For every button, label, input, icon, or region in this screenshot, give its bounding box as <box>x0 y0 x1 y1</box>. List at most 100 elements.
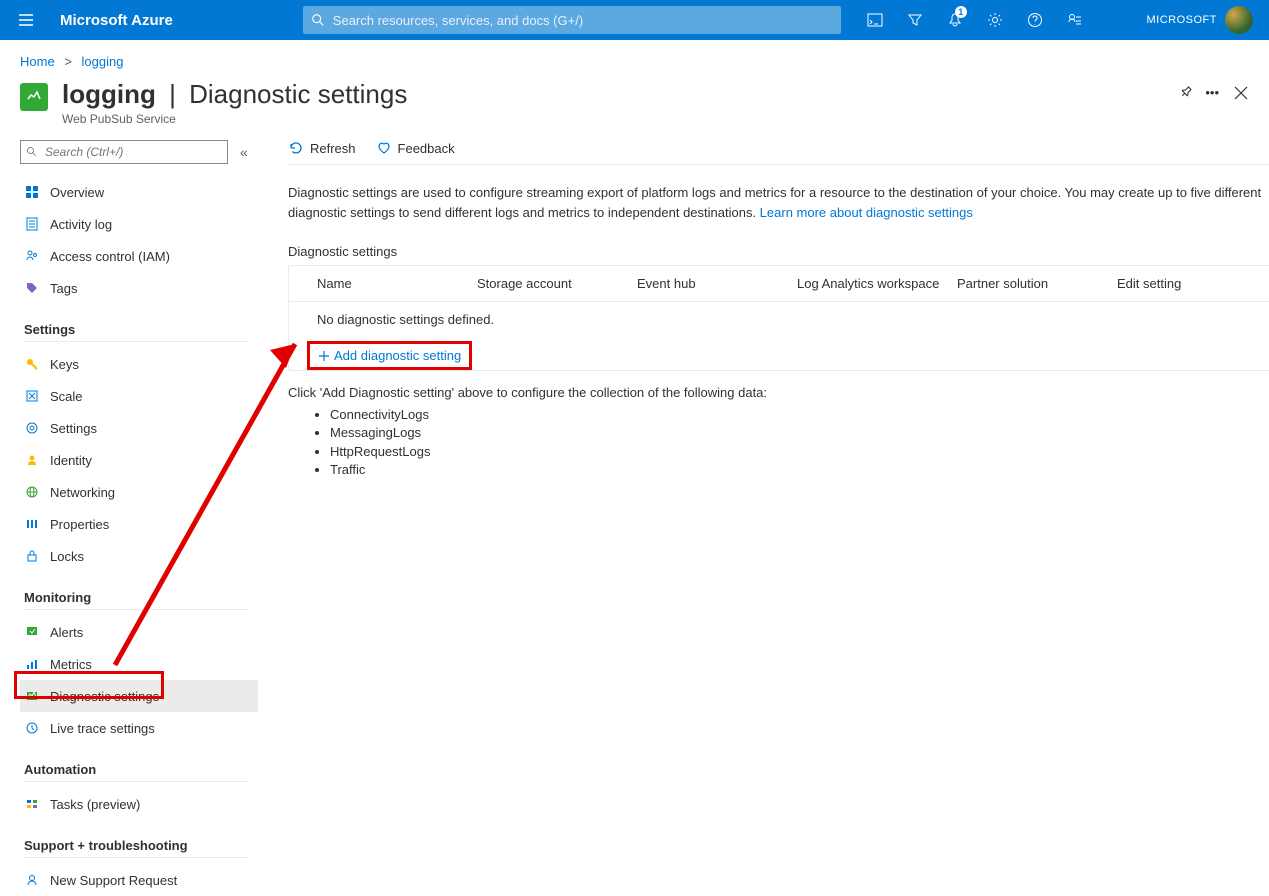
content-row: « Overview Activity log Access control (… <box>0 130 1269 896</box>
pin-button[interactable] <box>1179 85 1193 102</box>
main-pane: Refresh Feedback Diagnostic settings are… <box>268 140 1269 896</box>
nav-label: Settings <box>50 421 97 436</box>
hamburger-menu[interactable] <box>10 4 42 36</box>
nav-label: Diagnostic settings <box>50 689 159 704</box>
networking-icon <box>25 485 39 499</box>
search-icon <box>311 13 325 27</box>
help-button[interactable] <box>1015 0 1055 40</box>
nav-label: Properties <box>50 517 109 532</box>
col-name: Name <box>317 276 477 291</box>
nav-support-request[interactable]: New Support Request <box>20 864 258 896</box>
nav-search: « <box>20 140 258 164</box>
nav-properties[interactable]: Properties <box>20 508 258 540</box>
add-diagnostic-button[interactable]: Add diagnostic setting <box>318 348 461 363</box>
brand-label[interactable]: Microsoft Azure <box>60 12 173 29</box>
nav-networking[interactable]: Networking <box>20 476 258 508</box>
nav-diagnostic-settings[interactable]: Diagnostic settings <box>20 680 258 712</box>
key-icon <box>25 357 39 371</box>
feedback-top-button[interactable] <box>1055 0 1095 40</box>
hamburger-icon <box>18 12 34 28</box>
nav-header-automation: Automation <box>24 762 248 782</box>
top-toolbar-icons: 1 <box>855 0 1095 40</box>
tasks-icon <box>25 797 39 811</box>
data-types-list: ConnectivityLogs MessagingLogs HttpReque… <box>330 406 1269 479</box>
nav-locks[interactable]: Locks <box>20 540 258 572</box>
diagnostic-icon <box>25 689 39 703</box>
list-item: MessagingLogs <box>330 424 1269 442</box>
nav-label: Alerts <box>50 625 83 640</box>
nav-tasks[interactable]: Tasks (preview) <box>20 788 258 820</box>
title-divider: | <box>169 79 176 109</box>
breadcrumb-current[interactable]: logging <box>82 54 124 69</box>
nav-label: Identity <box>50 453 92 468</box>
nav-overview[interactable]: Overview <box>20 176 258 208</box>
scale-icon <box>25 389 39 403</box>
hint-text: Click 'Add Diagnostic setting' above to … <box>288 385 1269 400</box>
feedback-icon <box>1067 12 1083 28</box>
nav-header-monitoring: Monitoring <box>24 590 248 610</box>
nav-identity[interactable]: Identity <box>20 444 258 476</box>
nav-list: Overview Activity log Access control (IA… <box>20 176 258 896</box>
feedback-button[interactable]: Feedback <box>376 140 455 156</box>
learn-more-link[interactable]: Learn more about diagnostic settings <box>760 205 973 220</box>
breadcrumb: Home > logging <box>0 40 1269 79</box>
close-button[interactable] <box>1233 85 1249 104</box>
cloud-shell-button[interactable] <box>855 0 895 40</box>
table-empty-message: No diagnostic settings defined. <box>289 302 1269 337</box>
notification-badge: 1 <box>955 6 967 18</box>
notifications-button[interactable]: 1 <box>935 0 975 40</box>
account-area[interactable]: MICROSOFT <box>1147 6 1260 34</box>
breadcrumb-home[interactable]: Home <box>20 54 55 69</box>
page-name: Diagnostic settings <box>189 79 407 109</box>
nav-metrics[interactable]: Metrics <box>20 648 258 680</box>
col-edit: Edit setting <box>1117 276 1269 291</box>
filter-icon <box>907 12 923 28</box>
nav-label: Scale <box>50 389 83 404</box>
title-block: logging | Diagnostic settings Web PubSub… <box>62 79 1165 126</box>
add-diagnostic-highlight: Add diagnostic setting <box>307 341 472 370</box>
nav-header-settings: Settings <box>24 322 248 342</box>
diag-section-label: Diagnostic settings <box>288 244 1269 259</box>
close-icon <box>1233 85 1249 101</box>
pin-icon <box>1176 82 1196 102</box>
nav-label: Tags <box>50 281 77 296</box>
refresh-button[interactable]: Refresh <box>288 140 356 156</box>
identity-icon <box>25 453 39 467</box>
command-bar: Refresh Feedback <box>288 140 1269 165</box>
activity-log-icon <box>25 217 39 231</box>
more-button[interactable]: ••• <box>1205 85 1219 102</box>
list-item: ConnectivityLogs <box>330 406 1269 424</box>
nav-search-input[interactable] <box>20 140 228 164</box>
nav-live-trace[interactable]: Live trace settings <box>20 712 258 744</box>
livetrace-icon <box>25 721 39 735</box>
nav-settings[interactable]: Settings <box>20 412 258 444</box>
global-search-box[interactable] <box>303 6 841 34</box>
nav-tags[interactable]: Tags <box>20 272 258 304</box>
list-item: Traffic <box>330 461 1269 479</box>
cmd-label: Feedback <box>398 141 455 156</box>
settings-icon <box>25 421 39 435</box>
nav-label: Keys <box>50 357 79 372</box>
avatar[interactable] <box>1225 6 1253 34</box>
list-item: HttpRequestLogs <box>330 443 1269 461</box>
resource-icon <box>20 83 48 111</box>
help-icon <box>1027 12 1043 28</box>
nav-keys[interactable]: Keys <box>20 348 258 380</box>
cloud-shell-icon <box>867 12 883 28</box>
properties-icon <box>25 517 39 531</box>
nav-label: Overview <box>50 185 104 200</box>
breadcrumb-sep: > <box>64 54 72 69</box>
nav-activity-log[interactable]: Activity log <box>20 208 258 240</box>
col-law: Log Analytics workspace <box>797 276 957 291</box>
top-bar: Microsoft Azure 1 MICROSOFT <box>0 0 1269 40</box>
nav-label: Activity log <box>50 217 112 232</box>
collapse-nav-button[interactable]: « <box>240 144 248 160</box>
table-header: Name Storage account Event hub Log Analy… <box>289 266 1269 302</box>
global-search-input[interactable] <box>333 13 833 28</box>
nav-scale[interactable]: Scale <box>20 380 258 412</box>
settings-button[interactable] <box>975 0 1015 40</box>
directories-button[interactable] <box>895 0 935 40</box>
nav-access-control[interactable]: Access control (IAM) <box>20 240 258 272</box>
heart-icon <box>376 140 392 156</box>
nav-alerts[interactable]: Alerts <box>20 616 258 648</box>
